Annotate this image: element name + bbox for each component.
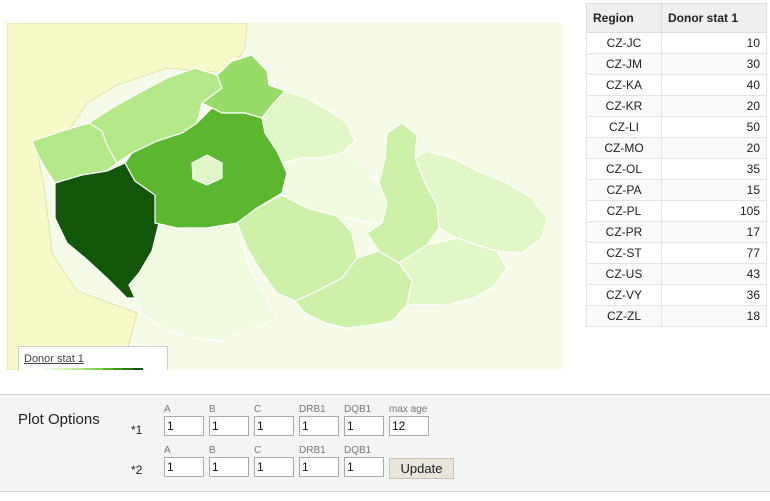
table-cell-value: 20 — [661, 137, 767, 159]
table-row: CZ-PR 17 — [586, 221, 767, 243]
table-cell-region: CZ-ZL — [586, 305, 662, 327]
row2-drb1-input[interactable] — [299, 457, 339, 477]
row1-b-input[interactable] — [209, 416, 249, 436]
row1-c-input[interactable] — [254, 416, 294, 436]
table-cell-value: 15 — [661, 179, 767, 201]
table-row: CZ-ST 77 — [586, 242, 767, 264]
row1-dqb1-label: DQB1 — [344, 404, 372, 415]
row2-field-b: B — [209, 445, 249, 477]
row2-b-input[interactable] — [209, 457, 249, 477]
table-cell-region: CZ-US — [586, 263, 662, 285]
legend-color-ramp — [43, 368, 143, 370]
legend-swatch — [53, 368, 63, 370]
legend-swatch — [93, 368, 103, 370]
legend-swatch — [103, 368, 113, 370]
row2-field-dqb1: DQB1 — [344, 445, 384, 477]
table-row: CZ-PA 15 — [586, 179, 767, 201]
table-row: CZ-US 43 — [586, 263, 767, 285]
table-cell-region: CZ-ST — [586, 242, 662, 264]
row1-max-age-label: max age — [389, 404, 428, 415]
row1-drb1-label: DRB1 — [299, 404, 326, 415]
row1-c-label: C — [254, 404, 262, 415]
table-cell-region: CZ-MO — [586, 137, 662, 159]
row2-dqb1-input[interactable] — [344, 457, 384, 477]
table-row: CZ-KA 40 — [586, 74, 767, 96]
choropleth-map[interactable] — [7, 23, 562, 370]
table-cell-region: CZ-JM — [586, 53, 662, 75]
legend-swatch — [113, 368, 123, 370]
column-header-region[interactable]: Region — [586, 3, 662, 33]
row1-field-max-age: max age — [389, 404, 429, 436]
table-cell-value: 10 — [661, 32, 767, 54]
legend-swatch — [63, 368, 73, 370]
table-cell-region: CZ-PL — [586, 200, 662, 222]
row1-field-c: C — [254, 404, 294, 436]
row1-field-a: A — [164, 404, 204, 436]
row2-a-label: A — [164, 445, 171, 456]
table-row: CZ-ZL 18 — [586, 305, 767, 327]
table-row: CZ-JM 30 — [586, 53, 767, 75]
row1-a-label: A — [164, 404, 171, 415]
row1-max-age-input[interactable] — [389, 416, 429, 436]
table-cell-value: 43 — [661, 263, 767, 285]
row2-c-label: C — [254, 445, 262, 456]
map-panel: Donor stat 1 10 105 — [7, 23, 562, 370]
table-cell-region: CZ-VY — [586, 284, 662, 306]
table-header-row: Region Donor stat 1 — [586, 3, 767, 33]
row2-a-input[interactable] — [164, 457, 204, 477]
legend-swatch — [43, 368, 53, 370]
row1-b-label: B — [209, 404, 216, 415]
row1-drb1-input[interactable] — [299, 416, 339, 436]
table-cell-region: CZ-LI — [586, 116, 662, 138]
legend-swatch — [123, 368, 133, 370]
row1-field-b: B — [209, 404, 249, 436]
table-cell-value: 36 — [661, 284, 767, 306]
table-cell-region: CZ-JC — [586, 32, 662, 54]
table-row: CZ-LI 50 — [586, 116, 767, 138]
table-row: CZ-JC 10 — [586, 32, 767, 54]
table-row: CZ-VY 36 — [586, 284, 767, 306]
row1-label: *1 — [131, 423, 143, 437]
table-cell-region: CZ-KA — [586, 74, 662, 96]
legend-swatch — [83, 368, 93, 370]
table-row: CZ-KR 20 — [586, 95, 767, 117]
table-cell-region: CZ-PA — [586, 179, 662, 201]
table-cell-value: 40 — [661, 74, 767, 96]
table-cell-value: 30 — [661, 53, 767, 75]
row2-drb1-label: DRB1 — [299, 445, 326, 456]
table-cell-value: 105 — [661, 200, 767, 222]
table-cell-region: CZ-PR — [586, 221, 662, 243]
legend-swatch — [73, 368, 83, 370]
legend-swatch — [133, 368, 143, 370]
table-cell-value: 20 — [661, 95, 767, 117]
table-row: CZ-MO 20 — [586, 137, 767, 159]
table-cell-value: 17 — [661, 221, 767, 243]
legend-title: Donor stat 1 — [24, 353, 84, 365]
row2-label: *2 — [131, 463, 143, 477]
region-table: Region Donor stat 1 CZ-JC 10 CZ-JM 30 CZ-KA 4… — [586, 3, 767, 327]
table-row: CZ-PL 105 — [586, 200, 767, 222]
table-cell-value: 50 — [661, 116, 767, 138]
table-cell-region: CZ-OL — [586, 158, 662, 180]
row1-field-dqb1: DQB1 — [344, 404, 384, 436]
table-cell-value: 35 — [661, 158, 767, 180]
table-row: CZ-OL 35 — [586, 158, 767, 180]
row1-a-input[interactable] — [164, 416, 204, 436]
plot-options-panel: Plot Options *1 A B C DRB1 DQB1 max age … — [0, 394, 770, 492]
plot-options-title: Plot Options — [18, 411, 100, 428]
table-cell-region: CZ-KR — [586, 95, 662, 117]
column-header-donor-stat[interactable]: Donor stat 1 — [661, 3, 767, 33]
row2-c-input[interactable] — [254, 457, 294, 477]
table-cell-value: 18 — [661, 305, 767, 327]
row2-field-c: C — [254, 445, 294, 477]
row2-b-label: B — [209, 445, 216, 456]
row2-field-drb1: DRB1 — [299, 445, 339, 477]
table-cell-value: 77 — [661, 242, 767, 264]
row1-field-drb1: DRB1 — [299, 404, 339, 436]
map-legend: Donor stat 1 10 105 — [18, 346, 168, 370]
row2-dqb1-label: DQB1 — [344, 445, 372, 456]
row2-field-a: A — [164, 445, 204, 477]
row1-dqb1-input[interactable] — [344, 416, 384, 436]
update-button[interactable]: Update — [389, 458, 454, 479]
